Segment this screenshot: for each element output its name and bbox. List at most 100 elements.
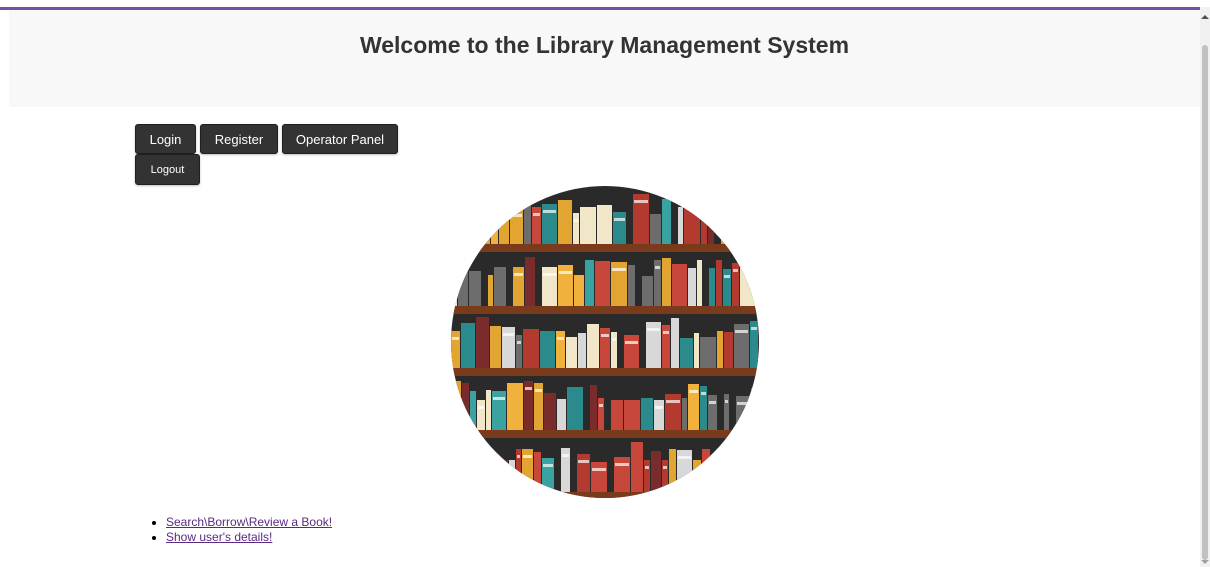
book-spine xyxy=(542,267,557,306)
book-spine xyxy=(682,398,687,430)
book-spine xyxy=(680,338,693,368)
book-spine xyxy=(688,268,696,306)
book-spine xyxy=(509,460,515,492)
book-stripe xyxy=(525,387,532,390)
scroll-down-arrow-icon[interactable] xyxy=(1201,560,1209,564)
book-stripe xyxy=(758,267,759,270)
list-item: Search\Borrow\Review a Book! xyxy=(166,515,332,530)
book-spine xyxy=(662,460,668,492)
book-spine xyxy=(451,446,466,492)
book-spine xyxy=(697,260,702,306)
book-stripe xyxy=(562,454,569,457)
action-links: Search\Borrow\Review a Book! Show user's… xyxy=(148,515,332,545)
book-stripe xyxy=(612,268,626,271)
page-header: Welcome to the Library Management System xyxy=(9,10,1200,107)
book-spine xyxy=(669,449,676,492)
book-spine xyxy=(540,331,555,368)
book-stripe xyxy=(592,468,606,471)
book-spine xyxy=(614,457,630,492)
book-stripe xyxy=(533,213,540,216)
book-stripe xyxy=(747,215,754,218)
book-spine xyxy=(727,441,733,492)
book-spine xyxy=(641,398,653,430)
book-stripe xyxy=(645,466,649,469)
vertical-scrollbar[interactable] xyxy=(1200,7,1210,567)
book-stripe xyxy=(559,271,572,274)
book-spine xyxy=(717,454,726,492)
book-spine xyxy=(557,399,566,430)
book-spine xyxy=(709,268,715,306)
book-spine xyxy=(708,199,714,244)
book-spine xyxy=(693,460,701,492)
book-spine xyxy=(499,193,509,244)
book-spine xyxy=(723,269,731,306)
book-spine xyxy=(534,452,541,492)
book-stripe xyxy=(737,402,749,405)
book-spine xyxy=(491,213,498,244)
book-stripe xyxy=(752,394,759,397)
login-button[interactable]: Login xyxy=(135,124,196,154)
book-stripe xyxy=(725,400,728,403)
book-spine xyxy=(708,395,717,430)
show-user-details-link[interactable]: Show user's details! xyxy=(166,530,272,544)
book-spine xyxy=(451,202,461,244)
book-spine xyxy=(642,276,653,306)
book-spine xyxy=(558,200,572,244)
book-stripe xyxy=(718,460,725,463)
book-spine xyxy=(574,275,584,306)
book-spine xyxy=(556,331,565,368)
book-spine xyxy=(483,200,490,244)
book-spine xyxy=(492,459,498,492)
book-spine xyxy=(746,209,755,244)
book-spine xyxy=(665,394,681,430)
book-spine xyxy=(451,331,460,368)
page-title: Welcome to the Library Management System xyxy=(359,32,850,58)
book-stripe xyxy=(663,466,667,469)
book-spine xyxy=(598,398,604,430)
scroll-thumb[interactable] xyxy=(1202,45,1208,560)
shelf-board xyxy=(451,368,759,376)
book-stripe xyxy=(625,341,638,344)
book-stripe xyxy=(751,327,757,330)
book-stripe xyxy=(511,214,522,217)
book-stripe xyxy=(517,341,521,344)
book-spine xyxy=(516,335,522,368)
book-spine xyxy=(729,203,734,244)
book-spine xyxy=(482,459,491,492)
operator-panel-button[interactable]: Operator Panel xyxy=(282,124,398,154)
book-stripe xyxy=(724,275,730,278)
book-spine xyxy=(701,197,707,244)
book-stripe xyxy=(689,390,698,393)
book-stripe xyxy=(543,273,556,276)
book-spine xyxy=(662,258,671,306)
search-borrow-review-link[interactable]: Search\Borrow\Review a Book! xyxy=(166,515,332,529)
book-spine xyxy=(474,197,482,244)
book-spine xyxy=(573,213,579,244)
logout-button[interactable]: Logout xyxy=(135,154,200,185)
register-button[interactable]: Register xyxy=(200,124,278,154)
book-stripe xyxy=(735,330,748,333)
book-spine xyxy=(507,383,523,430)
book-spine xyxy=(591,462,607,492)
book-stripe xyxy=(709,401,716,404)
book-stripe xyxy=(578,460,589,463)
book-stripe xyxy=(492,219,497,222)
book-spine xyxy=(745,459,759,492)
book-stripe xyxy=(557,337,564,340)
book-spine xyxy=(585,260,594,306)
book-stripe xyxy=(678,456,691,459)
book-spine xyxy=(566,337,577,368)
shelf-board xyxy=(451,430,759,438)
book-spine xyxy=(458,260,468,306)
scroll-up-arrow-icon[interactable] xyxy=(1201,15,1209,19)
book-spine xyxy=(587,324,599,368)
book-spine xyxy=(461,323,475,368)
book-spine xyxy=(595,261,610,306)
book-spine xyxy=(578,333,586,368)
book-spine xyxy=(532,207,541,244)
book-spine xyxy=(544,393,556,430)
book-spine xyxy=(467,441,481,492)
book-spine xyxy=(462,383,469,430)
shelf-board xyxy=(451,492,759,498)
book-spine xyxy=(702,449,710,492)
